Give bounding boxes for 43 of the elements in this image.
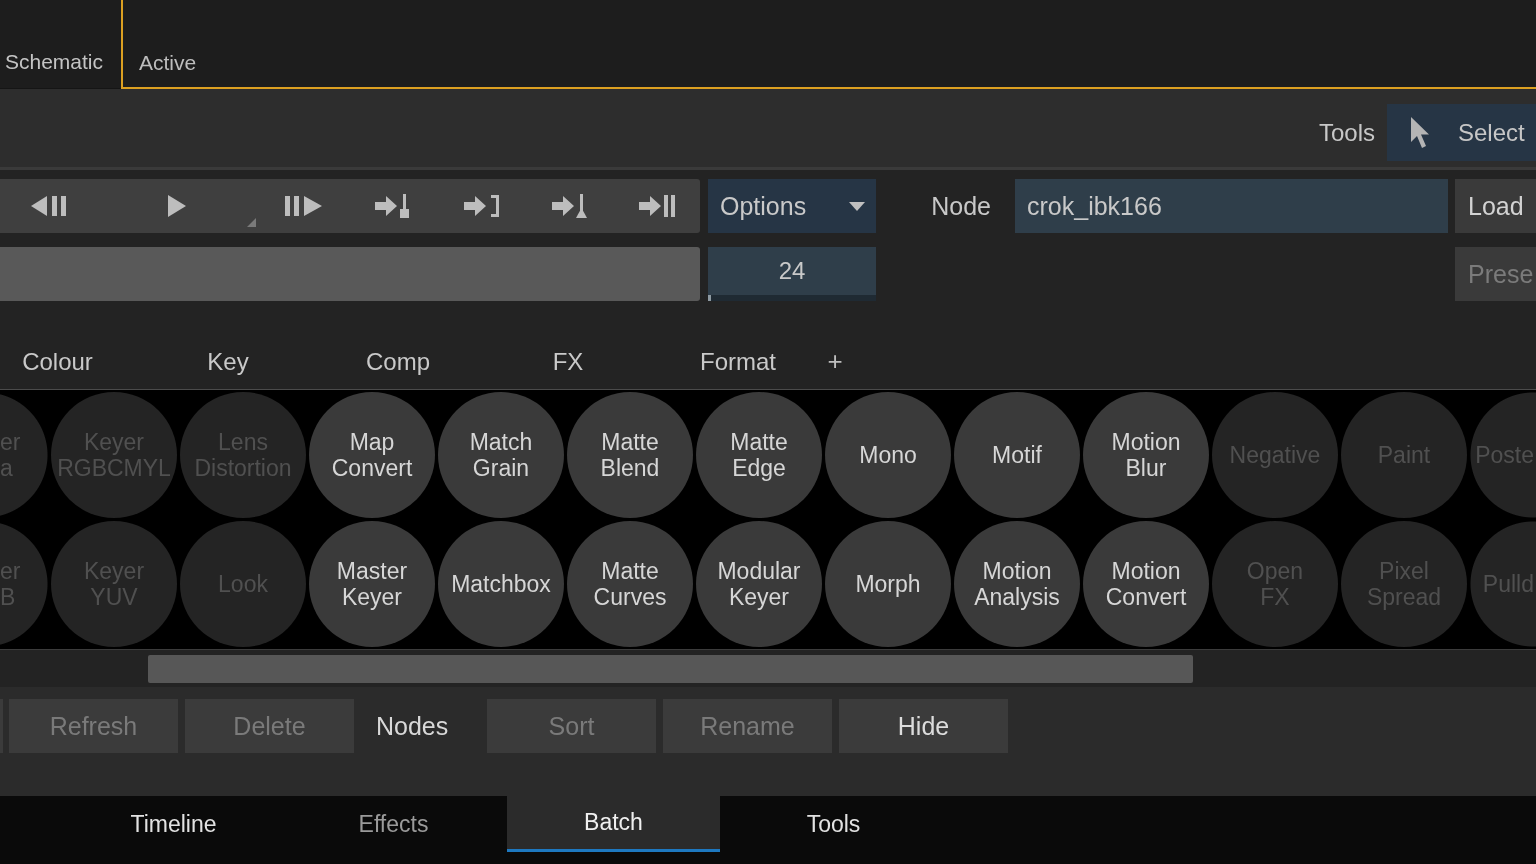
category-tab[interactable]: FX: [483, 334, 653, 389]
node-button[interactable]: Modular Keyer: [696, 521, 822, 647]
node-button[interactable]: Master Keyer: [309, 521, 435, 647]
step-forward-icon: [284, 195, 322, 217]
play-icon: [168, 195, 186, 217]
category-tab[interactable]: Key: [143, 334, 313, 389]
bottom-tab[interactable]: Timeline: [67, 796, 280, 852]
arrow-to-square-icon: [375, 194, 410, 218]
node-button[interactable]: Match Grain: [438, 392, 564, 518]
number-field[interactable]: 24: [708, 247, 876, 301]
node-button[interactable]: Motion Convert: [1083, 521, 1209, 647]
load-button[interactable]: Load: [1455, 179, 1536, 233]
node-button[interactable]: Matte Edge: [696, 392, 822, 518]
bottom-tab[interactable]: Tools: [727, 796, 940, 852]
node-button[interactable]: Motion Blur: [1083, 392, 1209, 518]
node-button[interactable]: Morph: [825, 521, 951, 647]
arrow-to-bracket-icon: [463, 194, 499, 218]
category-tab[interactable]: Comp: [313, 334, 483, 389]
add-tab-button[interactable]: +: [823, 334, 847, 389]
tools-label: Tools: [1318, 118, 1375, 148]
node-name-field[interactable]: crok_ibk166: [1015, 179, 1448, 233]
options-dropdown[interactable]: Options: [708, 179, 876, 233]
nodes-label: Nodes: [376, 712, 449, 740]
category-tab[interactable]: Format: [653, 334, 823, 389]
node-button[interactable]: Matchbox: [438, 521, 564, 647]
node-button[interactable]: Motion Analysis: [954, 521, 1080, 647]
corner-triangle-icon: [247, 218, 256, 227]
node-button[interactable]: Matte Curves: [567, 521, 693, 647]
scrollbar-thumb[interactable]: [148, 655, 1193, 683]
value-track[interactable]: [708, 295, 876, 301]
node-label: Node: [931, 191, 991, 222]
caret-icon: [849, 201, 865, 211]
node-button[interactable]: Matte Blend: [567, 392, 693, 518]
bottom-tab[interactable]: Batch: [507, 796, 720, 852]
select-button[interactable]: Select: [1387, 104, 1536, 161]
node-button[interactable]: Map Convert: [309, 392, 435, 518]
step-back-icon: [30, 195, 66, 217]
arrow-to-bars-icon: [638, 194, 675, 218]
category-tab[interactable]: Colour: [0, 334, 143, 389]
arrow-to-triangle-icon: [551, 194, 587, 218]
node-button[interactable]: Mono: [825, 392, 951, 518]
action-button[interactable]: Hide: [839, 699, 1008, 753]
node-button[interactable]: Motif: [954, 392, 1080, 518]
